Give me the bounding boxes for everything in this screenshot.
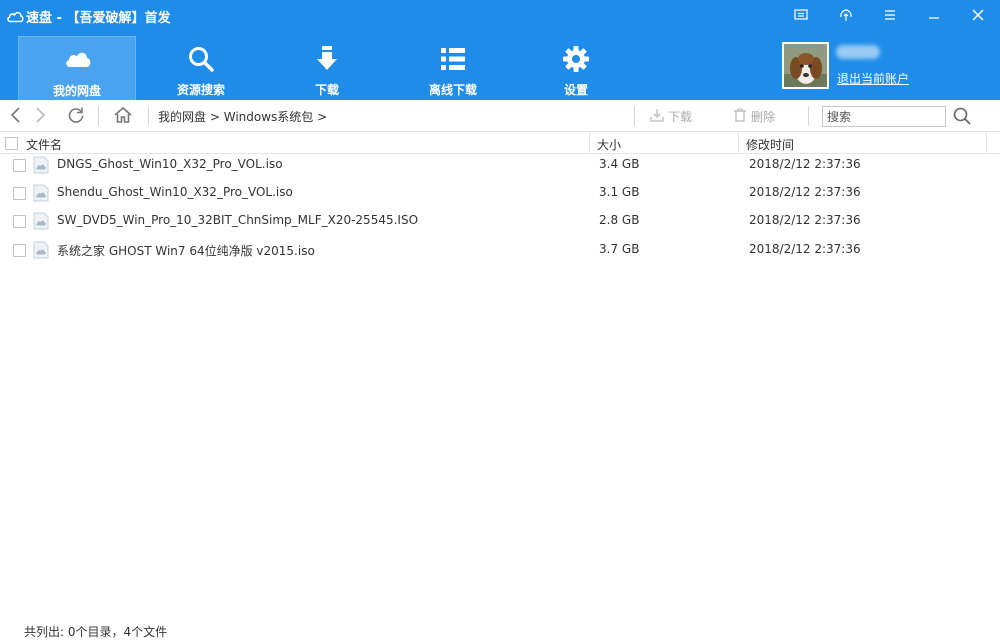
breadcrumb-separator: >	[209, 110, 220, 124]
file-modified: 2018/2/12 2:37:36	[749, 213, 861, 227]
skin-icon	[839, 8, 853, 25]
close-icon	[971, 8, 985, 25]
tab-my-disk[interactable]: 我的网盘	[18, 36, 136, 100]
window-title: 速盘 - 【吾爱破解】首发	[26, 11, 171, 26]
file-icon	[33, 156, 49, 174]
main-toolbar: 我的网盘 资源搜索 下载 离线下载 设置 退出当前账户	[0, 32, 1000, 100]
select-all-checkbox[interactable]	[5, 137, 18, 150]
logout-link[interactable]: 退出当前账户	[837, 70, 909, 87]
file-icon	[33, 241, 49, 259]
tab-offline-download[interactable]: 离线下载	[394, 36, 512, 100]
delete-label: 删除	[751, 110, 776, 124]
chevron-right-icon	[30, 105, 50, 128]
list-icon	[438, 44, 468, 74]
cloud-icon	[63, 45, 93, 75]
table-row[interactable]: 系统之家 GHOST Win7 64位纯净版 v2015.iso 3.7 GB …	[0, 236, 1000, 264]
file-size: 3.7 GB	[599, 242, 640, 256]
breadcrumb-separator: >	[317, 110, 328, 124]
menu-icon	[883, 8, 897, 25]
menu-button[interactable]	[870, 0, 910, 32]
download-label: 下载	[668, 110, 693, 124]
file-icon	[33, 184, 49, 202]
status-text: 共列出: 0个目录，4个文件	[24, 625, 168, 639]
file-modified: 2018/2/12 2:37:36	[749, 185, 861, 199]
breadcrumb-item-my-disk[interactable]: 我的网盘	[158, 110, 206, 124]
title-bar: 速盘 - 【吾爱破解】首发	[0, 0, 1000, 32]
skin-button[interactable]	[826, 0, 866, 32]
trash-icon	[733, 108, 751, 125]
table-row[interactable]: DNGS_Ghost_Win10_X32_Pro_VOL.iso 3.4 GB …	[0, 151, 1000, 179]
app-logo-icon	[6, 9, 24, 23]
tab-label: 设置	[563, 83, 588, 97]
refresh-icon	[66, 105, 86, 128]
tab-settings[interactable]: 设置	[517, 36, 635, 100]
divider	[98, 106, 99, 126]
minimize-icon	[927, 8, 941, 25]
file-name: 系统之家 GHOST Win7 64位纯净版 v2015.iso	[57, 244, 315, 258]
search-button[interactable]	[951, 106, 973, 128]
breadcrumb-item-windows[interactable]: Windows系统包	[224, 110, 314, 124]
tab-label: 资源搜索	[176, 83, 225, 97]
table-row[interactable]: Shendu_Ghost_Win10_X32_Pro_VOL.iso 3.1 G…	[0, 179, 1000, 207]
back-button[interactable]	[6, 106, 26, 126]
home-button[interactable]	[113, 106, 133, 126]
download-icon	[312, 44, 342, 74]
divider	[808, 106, 809, 126]
divider	[634, 106, 635, 126]
tab-label: 离线下载	[428, 83, 477, 97]
feedback-icon	[794, 8, 808, 25]
avatar[interactable]	[782, 42, 829, 89]
chevron-left-icon	[6, 105, 26, 128]
delete-button[interactable]: 删除	[733, 108, 775, 125]
divider	[148, 106, 149, 126]
download-button[interactable]: 下载	[650, 108, 692, 125]
download-small-icon	[650, 108, 668, 125]
username-redacted	[836, 45, 880, 59]
gear-icon	[561, 44, 591, 74]
file-size: 2.8 GB	[599, 213, 640, 227]
row-checkbox[interactable]	[13, 215, 26, 228]
file-size: 3.1 GB	[599, 185, 640, 199]
file-icon	[33, 212, 49, 230]
minimize-button[interactable]	[914, 0, 954, 32]
feedback-button[interactable]	[781, 0, 821, 32]
tab-label: 我的网盘	[52, 84, 101, 98]
file-name: DNGS_Ghost_Win10_X32_Pro_VOL.iso	[57, 157, 283, 171]
home-icon	[113, 105, 133, 128]
table-row[interactable]: SW_DVD5_Win_Pro_10_32BIT_ChnSimp_MLF_X20…	[0, 207, 1000, 235]
refresh-button[interactable]	[66, 106, 86, 126]
search-icon	[186, 44, 216, 74]
row-checkbox[interactable]	[13, 187, 26, 200]
forward-button[interactable]	[30, 106, 50, 126]
row-checkbox[interactable]	[13, 244, 26, 257]
tab-label: 下载	[314, 83, 339, 97]
tab-download[interactable]: 下载	[268, 36, 386, 100]
search-input[interactable]	[822, 106, 946, 127]
row-checkbox[interactable]	[13, 159, 26, 172]
tab-resource-search[interactable]: 资源搜索	[142, 36, 260, 100]
file-name: SW_DVD5_Win_Pro_10_32BIT_ChnSimp_MLF_X20…	[57, 213, 419, 227]
file-modified: 2018/2/12 2:37:36	[749, 157, 861, 171]
file-modified: 2018/2/12 2:37:36	[749, 242, 861, 256]
breadcrumb: 我的网盘 > Windows系统包 >	[158, 108, 327, 125]
file-size: 3.4 GB	[599, 157, 640, 171]
file-name: Shendu_Ghost_Win10_X32_Pro_VOL.iso	[57, 185, 293, 199]
search-icon	[952, 106, 972, 129]
close-button[interactable]	[958, 0, 998, 32]
